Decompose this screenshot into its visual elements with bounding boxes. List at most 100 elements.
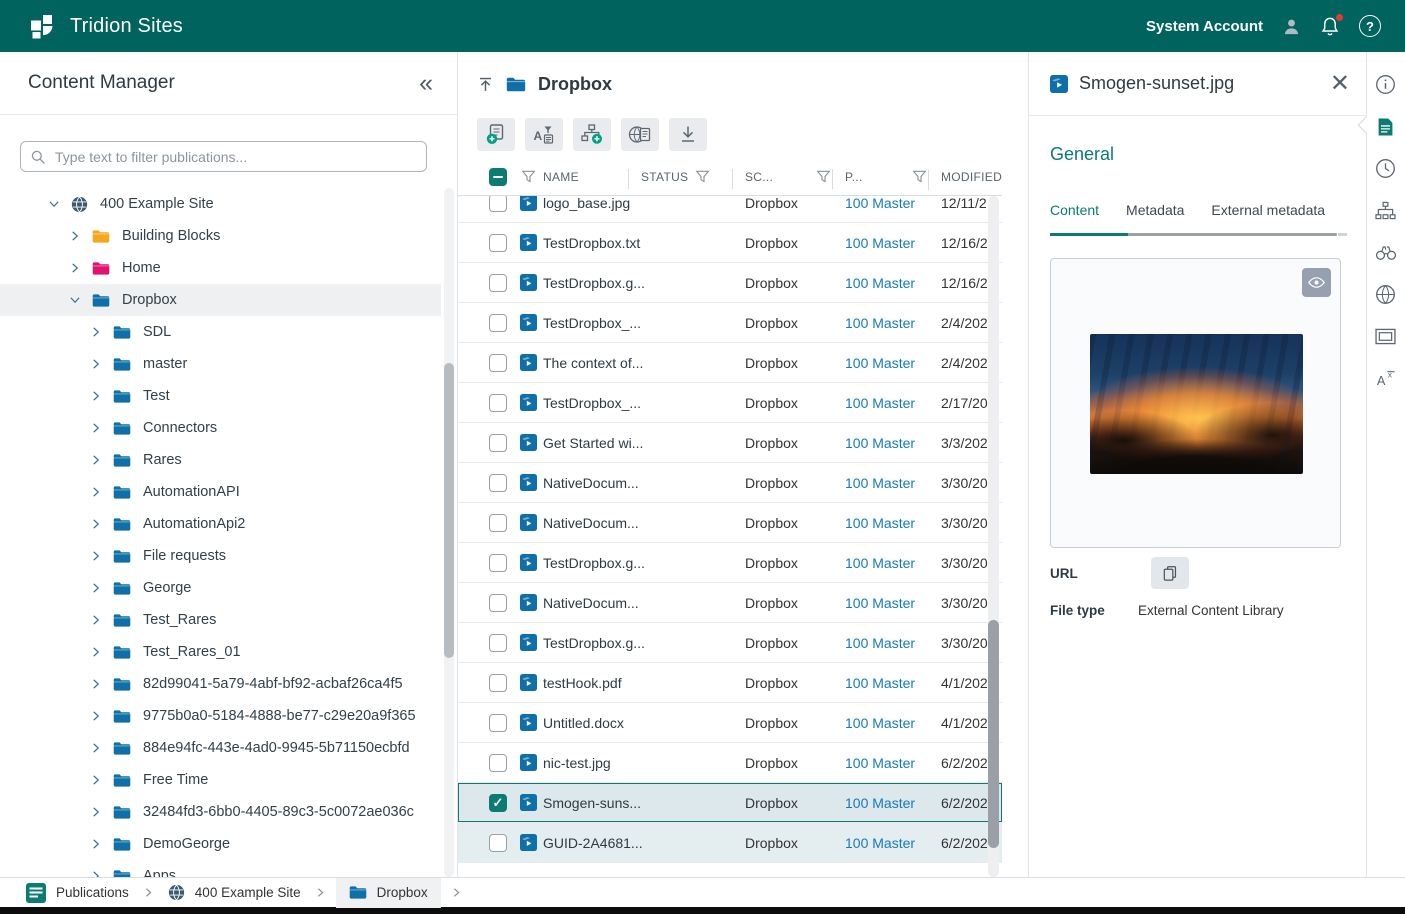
tree-item-32484fd3-6bb0-4405-89c3-5c0072ae036c[interactable]: 32484fd3-6bb0-4405-89c3-5c0072ae036c — [0, 796, 441, 828]
chevron-right-icon[interactable] — [90, 614, 103, 626]
breadcrumb-item-dropbox[interactable]: Dropbox — [335, 877, 441, 908]
cell-name[interactable]: GUID-2A4681... — [543, 835, 643, 851]
info-icon[interactable] — [1375, 74, 1396, 95]
filter-icon[interactable] — [816, 169, 831, 184]
column-header-schema[interactable]: SC... — [732, 169, 845, 189]
row-checkbox[interactable]: ✓ — [489, 793, 507, 812]
cell-name[interactable]: TestDropbox_... — [543, 395, 641, 411]
tree-item-400-example-site[interactable]: 400 Example Site — [0, 188, 441, 220]
cell-publication-link[interactable]: 100 Master — [845, 755, 941, 771]
cell-publication-link[interactable]: 100 Master — [845, 555, 941, 571]
binoculars-icon[interactable] — [1375, 242, 1397, 263]
cell-publication-link[interactable]: 100 Master — [845, 275, 941, 291]
tree-item-82d99041-5a79-4abf-bf92-acbaf26ca4f5[interactable]: 82d99041-5a79-4abf-bf92-acbaf26ca4f5 — [0, 668, 441, 700]
cell-publication-link[interactable]: 100 Master — [845, 515, 941, 531]
translation-button[interactable] — [621, 118, 659, 151]
go-up-icon[interactable] — [477, 76, 494, 93]
download-button[interactable] — [669, 118, 707, 151]
tree-item-automationapi[interactable]: AutomationAPI — [0, 476, 441, 508]
chevron-right-icon[interactable] — [90, 326, 103, 338]
tree-item-file-requests[interactable]: File requests — [0, 540, 441, 572]
tree-item-apps[interactable]: Apps — [0, 860, 441, 877]
row-checkbox[interactable] — [489, 353, 507, 372]
sidebar-scrollbar-thumb[interactable] — [444, 363, 454, 658]
cell-name[interactable]: TestDropbox.txt — [543, 235, 641, 251]
table-scrollbar-thumb[interactable] — [988, 620, 999, 848]
cell-publication-link[interactable]: 100 Master — [845, 435, 941, 451]
cell-name[interactable]: Get Started wi... — [543, 435, 643, 451]
table-scrollbar[interactable] — [988, 196, 999, 877]
tree-item-test-rares[interactable]: Test_Rares — [0, 604, 441, 636]
cell-publication-link[interactable]: 100 Master — [845, 795, 941, 811]
row-checkbox[interactable] — [489, 753, 507, 772]
document-icon[interactable] — [1377, 116, 1394, 137]
cell-publication-link[interactable]: 100 Master — [845, 395, 941, 411]
table-row[interactable]: NativeDocum... Dropbox 100 Master 3/30/20 — [458, 583, 1002, 623]
tree-item-demogeorge[interactable]: DemoGeorge — [0, 828, 441, 860]
table-row[interactable]: TestDropbox.g... Dropbox 100 Master 3/30/20 — [458, 543, 1002, 583]
table-row[interactable]: TestDropbox.g... Dropbox 100 Master 12/16/2 — [458, 263, 1002, 303]
chevron-right-icon[interactable] — [90, 454, 103, 466]
tree-item-building-blocks[interactable]: Building Blocks — [0, 220, 441, 252]
table-row[interactable]: NativeDocum... Dropbox 100 Master 3/30/20 — [458, 503, 1002, 543]
hierarchy-icon[interactable] — [1375, 200, 1396, 221]
row-checkbox[interactable] — [489, 473, 507, 492]
preview-frame-icon[interactable] — [1375, 326, 1396, 347]
chevron-right-icon[interactable] — [90, 838, 103, 850]
chevron-right-icon[interactable] — [90, 806, 103, 818]
chevron-down-icon[interactable] — [69, 294, 82, 306]
create-item-button[interactable] — [477, 118, 515, 151]
preview-eye-icon[interactable] — [1302, 268, 1331, 297]
row-checkbox[interactable] — [489, 313, 507, 332]
table-row[interactable]: NativeDocum... Dropbox 100 Master 3/30/20 — [458, 463, 1002, 503]
filter-icon[interactable] — [521, 169, 543, 184]
sidebar-scrollbar[interactable] — [444, 188, 454, 877]
tree-item-884e94fc-443e-4ad0-9945-5b71150ecbfd[interactable]: 884e94fc-443e-4ad0-9945-5b71150ecbfd — [0, 732, 441, 764]
row-checkbox[interactable] — [489, 833, 507, 852]
create-structure-button[interactable] — [573, 118, 611, 151]
table-row[interactable]: Untitled.docx Dropbox 100 Master 4/1/202 — [458, 703, 1002, 743]
cell-name[interactable]: TestDropbox.g... — [543, 555, 645, 571]
chevron-right-icon[interactable] — [90, 390, 103, 402]
chevron-right-icon[interactable] — [90, 870, 103, 877]
cell-name[interactable]: NativeDocum... — [543, 515, 641, 531]
cell-name[interactable]: logo_base.jpg — [543, 196, 641, 211]
cell-publication-link[interactable]: 100 Master — [845, 635, 941, 651]
cell-name[interactable]: Smogen-suns... — [543, 795, 641, 811]
row-checkbox[interactable] — [489, 713, 507, 732]
table-row[interactable]: The context of... Dropbox 100 Master 2/4/20… — [458, 343, 1002, 383]
table-row[interactable]: nic-test.jpg Dropbox 100 Master 6/2/202 — [458, 743, 1002, 783]
chevron-right-icon[interactable] — [69, 230, 82, 242]
help-icon[interactable]: ? — [1359, 15, 1381, 37]
close-icon[interactable]: ✕ — [1330, 71, 1350, 96]
breadcrumb-item-400-example-site[interactable]: 400 Example Site — [164, 878, 305, 908]
tree-item-automationapi2[interactable]: AutomationApi2 — [0, 508, 441, 540]
column-header-publication[interactable]: P... — [832, 169, 941, 189]
text-format-icon[interactable]: Ax — [1376, 368, 1396, 389]
chevron-right-icon[interactable] — [90, 710, 103, 722]
chevron-right-icon[interactable] — [69, 262, 82, 274]
table-row[interactable]: logo_base.jpg Dropbox 100 Master 12/11/2 — [458, 196, 1002, 223]
cell-publication-link[interactable]: 100 Master — [845, 595, 941, 611]
row-checkbox[interactable] — [489, 233, 507, 252]
tree-item-rares[interactable]: Rares — [0, 444, 441, 476]
row-checkbox[interactable] — [489, 196, 507, 212]
globe-icon[interactable] — [1375, 284, 1396, 305]
notifications-bell-icon[interactable] — [1320, 13, 1343, 37]
column-header-status[interactable]: STATUS — [628, 169, 745, 189]
cell-publication-link[interactable]: 100 Master — [845, 475, 941, 491]
table-row[interactable]: testHook.pdf Dropbox 100 Master 4/1/202 — [458, 663, 1002, 703]
sort-filter-button[interactable]: A — [525, 118, 563, 151]
chevron-right-icon[interactable] — [90, 646, 103, 658]
cell-name[interactable]: TestDropbox_... — [543, 315, 641, 331]
row-checkbox[interactable] — [489, 593, 507, 612]
publication-filter-input[interactable] — [20, 141, 427, 172]
column-header-modified[interactable]: MODIFIED — [927, 169, 1002, 190]
select-all-checkbox[interactable] — [489, 167, 507, 186]
tree-item-dropbox[interactable]: Dropbox — [0, 284, 441, 316]
cell-name[interactable]: TestDropbox.g... — [543, 635, 645, 651]
table-row[interactable]: ✓ Smogen-suns... Dropbox 100 Master 6/2/202 — [458, 783, 1002, 823]
table-row[interactable]: TestDropbox_... Dropbox 100 Master 2/4/202 — [458, 303, 1002, 343]
table-row[interactable]: TestDropbox.g... Dropbox 100 Master 3/30/20 — [458, 623, 1002, 663]
cell-publication-link[interactable]: 100 Master — [845, 835, 941, 851]
